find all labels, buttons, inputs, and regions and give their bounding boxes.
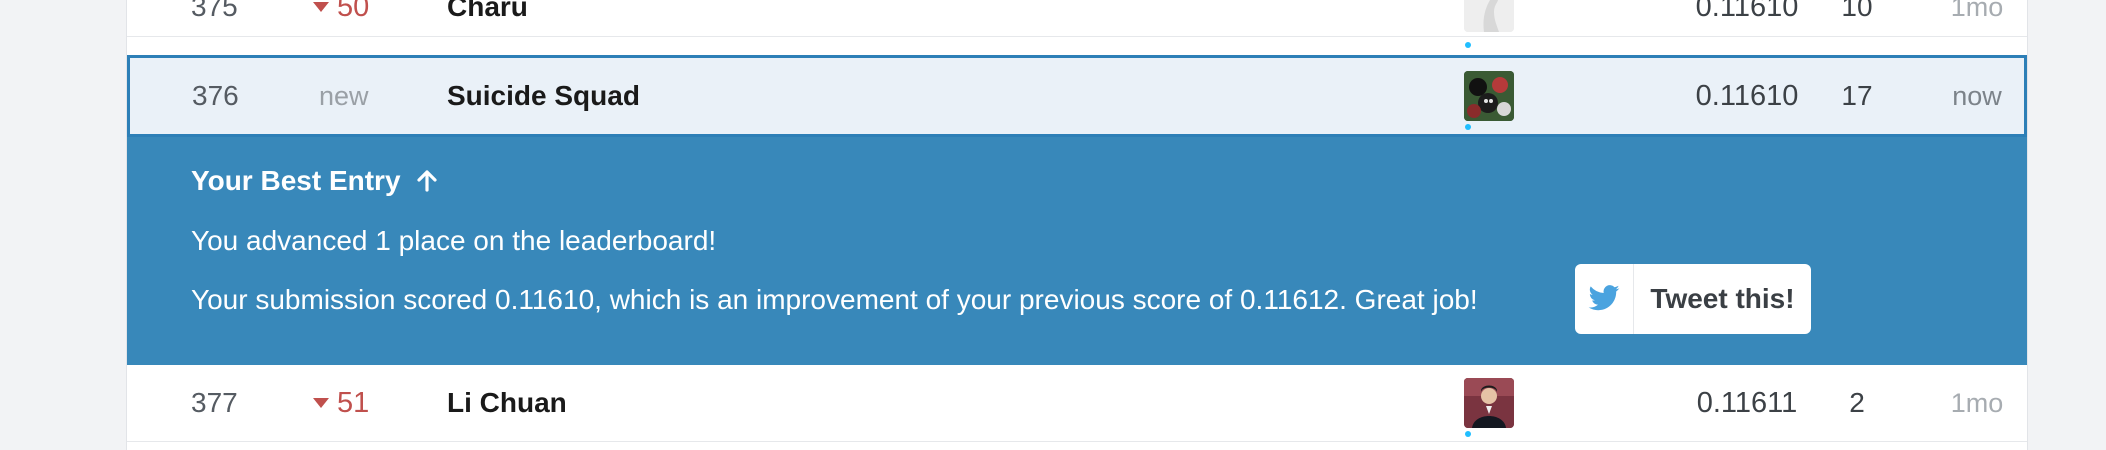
- best-entry-banner: Your Best Entry You advanced 1 place on …: [127, 137, 2027, 365]
- caret-down-icon: [313, 2, 329, 12]
- caret-down-icon: [313, 398, 329, 408]
- team-avatar-cell[interactable]: [1463, 58, 1515, 134]
- banner-title-text: Your Best Entry: [191, 165, 401, 196]
- online-indicator: [1465, 42, 1471, 48]
- rank-change-value: 50: [337, 0, 370, 23]
- team-avatar-cell[interactable]: [1463, 0, 1515, 36]
- last-submission-cell: now: [1952, 80, 2002, 111]
- team-name[interactable]: Li Chuan: [447, 365, 567, 441]
- rank-cell: 377: [191, 387, 238, 418]
- team-name[interactable]: Suicide Squad: [447, 58, 640, 134]
- entries-cell: 2: [1849, 387, 1865, 418]
- score-improvement-message: Your submission scored 0.11610, which is…: [191, 284, 1478, 315]
- online-indicator: [1465, 124, 1471, 130]
- twitter-bird-icon: [1575, 264, 1634, 334]
- online-indicator: [1465, 431, 1471, 437]
- leaderboard-row[interactable]: 375 50 Charu 0.11610 10 1mo: [127, 0, 2027, 37]
- team-avatar[interactable]: [1464, 71, 1514, 121]
- leaderboard-row-current-team[interactable]: 376 new Suicide Squad 0.11610 17 now: [127, 55, 2027, 137]
- entries-cell: 10: [1841, 0, 1873, 22]
- rank-cell: 375: [191, 0, 238, 22]
- tweet-button-label: Tweet this!: [1650, 283, 1795, 314]
- advance-message: You advanced 1 place on the leaderboard!: [191, 225, 717, 256]
- banner-title: Your Best Entry: [191, 165, 438, 197]
- rank-change: 51: [313, 365, 369, 441]
- tweet-button[interactable]: Tweet this!: [1575, 264, 1811, 334]
- rank-cell: 376: [192, 80, 239, 111]
- entries-cell: 17: [1841, 80, 1873, 111]
- rank-change-new: new: [319, 80, 369, 111]
- team-name[interactable]: Charu: [447, 0, 528, 36]
- rank-change: 50: [313, 0, 369, 36]
- rank-change-value: 51: [337, 386, 370, 419]
- last-submission-cell: 1mo: [1950, 387, 2004, 418]
- person-avatar[interactable]: [1464, 378, 1514, 428]
- leaderboard: 375 50 Charu 0.11610 10 1mo 376 new Suic…: [126, 0, 2028, 450]
- last-submission-cell: 1mo: [1950, 0, 2004, 22]
- team-avatar-cell[interactable]: [1463, 365, 1515, 441]
- arrow-up-icon: [416, 166, 438, 197]
- bird-avatar[interactable]: [1464, 0, 1514, 32]
- leaderboard-row[interactable]: 377 51 Li Chuan 0.11611 2 1mo: [127, 365, 2027, 442]
